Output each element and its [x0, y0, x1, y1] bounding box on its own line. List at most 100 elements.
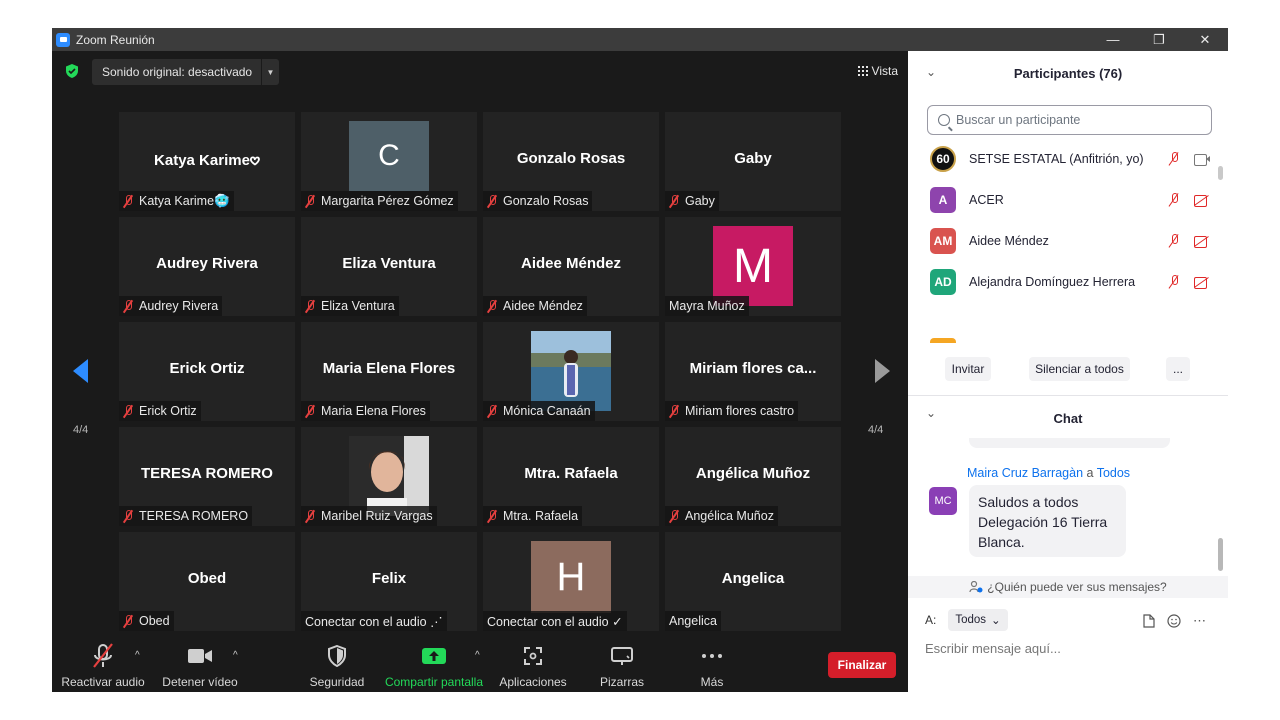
- participant-video-tile[interactable]: Aidee Méndez Aidee Méndez: [483, 217, 659, 316]
- more-button[interactable]: Más: [687, 640, 737, 692]
- participant-video-tile[interactable]: TERESA ROMERO TERESA ROMERO: [119, 427, 295, 526]
- close-button[interactable]: ✕: [1182, 28, 1228, 51]
- tile-display-name: Eliza Ventura: [342, 255, 436, 272]
- participant-row[interactable]: 60 SETSE ESTATAL (Anfitrión, yo): [930, 146, 1210, 172]
- chat-more-icon[interactable]: ⋯: [1193, 613, 1206, 629]
- who-can-see-banner[interactable]: ¿Quién puede ver sus mensajes?: [908, 576, 1228, 598]
- participant-video-tile[interactable]: Maria Elena Flores Maria Elena Flores: [301, 322, 477, 421]
- participant-row[interactable]: AD Alejandra Domínguez Herrera: [930, 269, 1210, 295]
- muted-mic-icon: [1168, 193, 1180, 207]
- minimize-button[interactable]: —: [1090, 28, 1136, 51]
- side-panel: ⌄ Participantes (76) Buscar un participa…: [908, 51, 1228, 692]
- participant-name: Alejandra Domínguez Herrera: [969, 275, 1136, 289]
- participant-search-placeholder: Buscar un participante: [956, 113, 1081, 127]
- muted-mic-icon: [123, 404, 133, 418]
- tile-label-text: Aidee Méndez: [503, 299, 583, 313]
- end-meeting-button[interactable]: Finalizar: [828, 652, 896, 678]
- tile-display-name: Erick Ortiz: [169, 360, 245, 377]
- participant-search-input[interactable]: Buscar un participante: [927, 105, 1212, 135]
- audio-options-caret-icon[interactable]: ^: [135, 650, 140, 661]
- panel-divider: [908, 395, 1228, 396]
- participant-video-tile[interactable]: Felix Conectar con el audio ⋰: [301, 532, 477, 631]
- invite-button[interactable]: Invitar: [945, 357, 991, 381]
- window-title: Zoom Reunión: [76, 32, 155, 47]
- mute-all-button[interactable]: Silenciar a todos: [1029, 357, 1130, 381]
- muted-mic-icon: [305, 509, 315, 523]
- security-button[interactable]: Seguridad: [307, 640, 367, 692]
- participant-avatar: AM: [930, 228, 956, 254]
- participant-status-icons: [1168, 234, 1210, 248]
- whiteboard-icon: [611, 647, 633, 665]
- participant-video-tile[interactable]: C Margarita Pérez Gómez: [301, 112, 477, 211]
- meeting-top-bar: Sonido original: desactivado ▼ Vista: [52, 51, 908, 91]
- apps-button[interactable]: Aplicaciones: [497, 640, 569, 692]
- page-indicator-left: 4/4: [73, 424, 89, 436]
- participant-video-tile[interactable]: Angelica Angelica: [665, 532, 841, 631]
- participants-more-button[interactable]: ...: [1166, 357, 1190, 381]
- tile-display-name: Gaby: [734, 150, 772, 167]
- participant-video-tile[interactable]: Audrey Rivera Audrey Rivera: [119, 217, 295, 316]
- participant-video-tile[interactable]: H Conectar con el audio ✓: [483, 532, 659, 631]
- participant-video-tile[interactable]: Eliza Ventura Eliza Ventura: [301, 217, 477, 316]
- tile-label-text: Margarita Pérez Gómez: [321, 194, 454, 208]
- chevron-down-icon[interactable]: ▼: [261, 59, 279, 85]
- restore-button[interactable]: ❐: [1136, 28, 1182, 51]
- original-sound-button[interactable]: Sonido original: desactivado ▼: [92, 59, 279, 85]
- participant-video-tile[interactable]: Maribel Ruiz Vargas: [301, 427, 477, 526]
- tile-label-text: Mónica Canaán: [503, 404, 591, 418]
- security-shield-icon: [328, 645, 346, 667]
- muted-mic-icon: [1168, 275, 1180, 289]
- tile-name-label: TERESA ROMERO: [119, 506, 253, 526]
- participant-video-tile[interactable]: Gaby Gaby: [665, 112, 841, 211]
- encryption-shield-icon[interactable]: [64, 63, 80, 79]
- muted-mic-icon: [123, 614, 133, 628]
- chat-scrollbar[interactable]: [1218, 538, 1223, 571]
- who-can-see-text: ¿Quién puede ver sus mensajes?: [987, 580, 1167, 594]
- participant-status-icons: [1168, 193, 1210, 207]
- tile-name-label: Audrey Rivera: [119, 296, 223, 316]
- tile-label-text: Obed: [139, 614, 170, 628]
- participant-row[interactable]: A ACER: [930, 187, 1210, 213]
- chat-recipient[interactable]: Todos: [1097, 466, 1130, 480]
- file-icon[interactable]: [1143, 614, 1155, 628]
- participant-video-tile[interactable]: Miriam flores ca... Miriam flores castro: [665, 322, 841, 421]
- tile-avatar: H: [531, 541, 611, 613]
- participant-video-tile[interactable]: Katya Karime𖹭 Katya Karime🥶: [119, 112, 295, 211]
- tile-label-text: Katya Karime🥶: [139, 193, 230, 208]
- meeting-toolbar: Reactivar audio ^ Detener vídeo ^ Seguri…: [52, 640, 908, 692]
- participant-video-tile[interactable]: Angélica Muñoz Angélica Muñoz: [665, 427, 841, 526]
- more-label: Más: [700, 675, 724, 689]
- chat-sender-name[interactable]: Maira Cruz Barragàn: [967, 466, 1083, 480]
- view-button[interactable]: Vista: [857, 60, 898, 82]
- unmute-audio-button[interactable]: Reactivar audio: [61, 640, 145, 692]
- tile-label-text: Audrey Rivera: [139, 299, 219, 313]
- participant-row[interactable]: AM Aidee Méndez: [930, 228, 1210, 254]
- whiteboards-button[interactable]: Pizarras: [592, 640, 652, 692]
- tile-name-label: Angélica Muñoz: [665, 506, 778, 526]
- chat-message-input[interactable]: Escribir mensaje aquí...: [925, 641, 1061, 656]
- tile-label-text: Eliza Ventura: [321, 299, 395, 313]
- chat-title: Chat: [1053, 411, 1083, 426]
- muted-mic-icon: [669, 194, 679, 208]
- next-page-arrow-icon[interactable]: [865, 356, 895, 386]
- participant-video-tile[interactable]: M Mayra Muñoz: [665, 217, 841, 316]
- participant-video-tile[interactable]: Obed Obed: [119, 532, 295, 631]
- participant-video-tile[interactable]: Mtra. Rafaela Mtra. Rafaela: [483, 427, 659, 526]
- participant-photo: [349, 436, 429, 516]
- tile-label-text: Conectar con el audio ⋰: [305, 614, 443, 629]
- muted-mic-icon: [669, 404, 679, 418]
- previous-page-arrow-icon[interactable]: [68, 356, 98, 386]
- participant-video-tile[interactable]: Erick Ortiz Erick Ortiz: [119, 322, 295, 421]
- stop-video-button[interactable]: Detener vídeo: [160, 640, 240, 692]
- participant-list-scrollbar[interactable]: [1218, 166, 1223, 180]
- participant-video-tile[interactable]: Mónica Canaán: [483, 322, 659, 421]
- share-options-caret-icon[interactable]: ^: [475, 650, 480, 661]
- emoji-icon[interactable]: [1167, 614, 1181, 628]
- recipient-select[interactable]: Todos ⌄: [948, 609, 1008, 631]
- participant-video-tile[interactable]: Gonzalo Rosas Gonzalo Rosas: [483, 112, 659, 211]
- tile-display-name: Maria Elena Flores: [322, 360, 456, 377]
- gallery-grid-icon: [857, 66, 868, 76]
- video-options-caret-icon[interactable]: ^: [233, 650, 238, 661]
- view-label: Vista: [871, 64, 898, 78]
- share-screen-button[interactable]: Compartir pantalla: [384, 640, 484, 692]
